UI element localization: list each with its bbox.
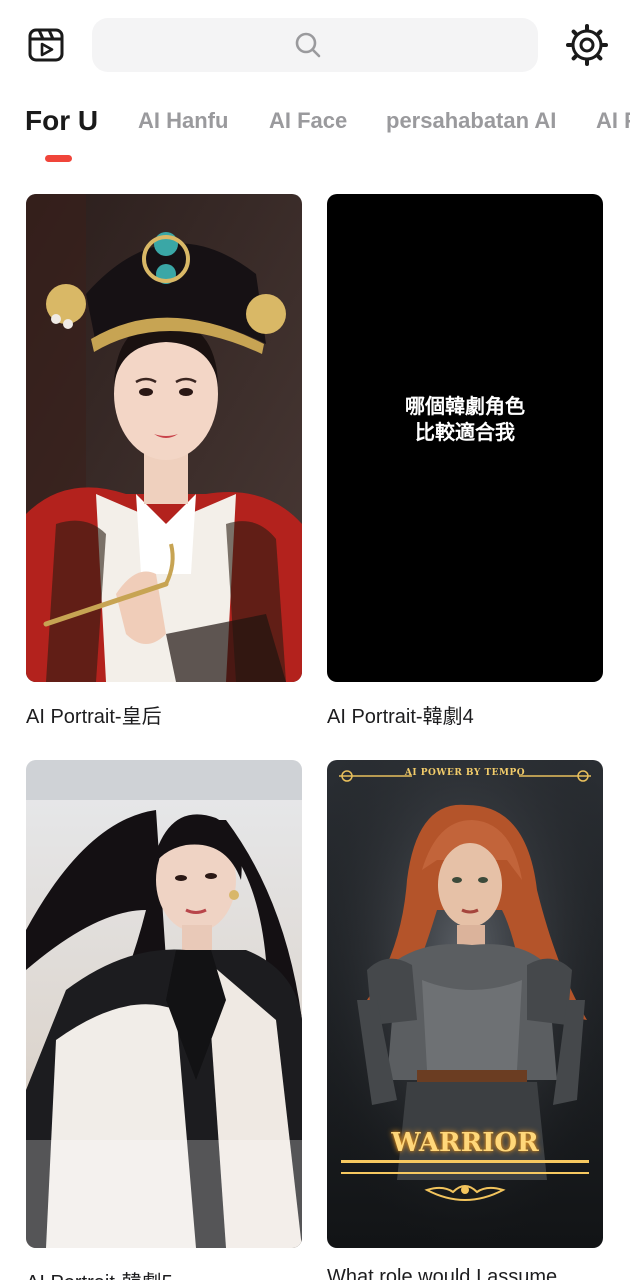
tab-ai-f[interactable]: AI F — [596, 108, 630, 134]
clapperboard-icon[interactable] — [28, 27, 64, 63]
card-title: What role would I assume — [327, 1266, 558, 1280]
search-icon — [295, 32, 321, 58]
card-title-overlay: WARRIOR — [391, 1128, 539, 1158]
card-overlay-text: 哪個韓劇角色 比較適合我 — [405, 396, 525, 444]
warrior-woman-image[interactable]: AI POWER BY TEMPO WARRIOR — [327, 760, 603, 1248]
tab-persahabatan-ai[interactable]: persahabatan AI — [386, 108, 556, 134]
tab-ai-face[interactable]: AI Face — [269, 108, 347, 134]
card-title: AI Portrait-皇后 — [26, 706, 162, 728]
search-input[interactable] — [92, 18, 538, 72]
template-card[interactable]: 哪個韓劇角色 比較適合我 AI Portrait-韓劇4 — [327, 194, 603, 729]
portrait-empress-image[interactable] — [26, 194, 302, 682]
tab-ai-hanfu[interactable]: AI Hanfu — [138, 108, 228, 134]
tab-for-u[interactable]: For U — [25, 105, 98, 137]
app-screen: For U AI Hanfu AI Face persahabatan AI A… — [0, 0, 630, 1280]
template-card[interactable]: AI Portrait-皇后 — [26, 194, 302, 729]
card-title: AI Portrait-韓劇5 — [26, 1266, 302, 1280]
template-card[interactable]: AI POWER BY TEMPO WARRIOR What role woul… — [327, 760, 603, 1280]
black-text-card-image[interactable]: 哪個韓劇角色 比較適合我 — [327, 194, 603, 682]
card-title: AI Portrait-韓劇4 — [327, 706, 474, 728]
category-tabs: For U AI Hanfu AI Face persahabatan AI A… — [0, 100, 630, 172]
template-card[interactable]: AI Portrait-韓劇5 — [26, 760, 302, 1280]
active-tab-indicator — [45, 155, 72, 162]
settings-gear-icon[interactable] — [566, 24, 608, 66]
portrait-black-white-suit-image[interactable] — [26, 760, 302, 1248]
card-banner-text: AI POWER BY TEMPO — [404, 768, 526, 778]
top-bar — [0, 0, 630, 92]
